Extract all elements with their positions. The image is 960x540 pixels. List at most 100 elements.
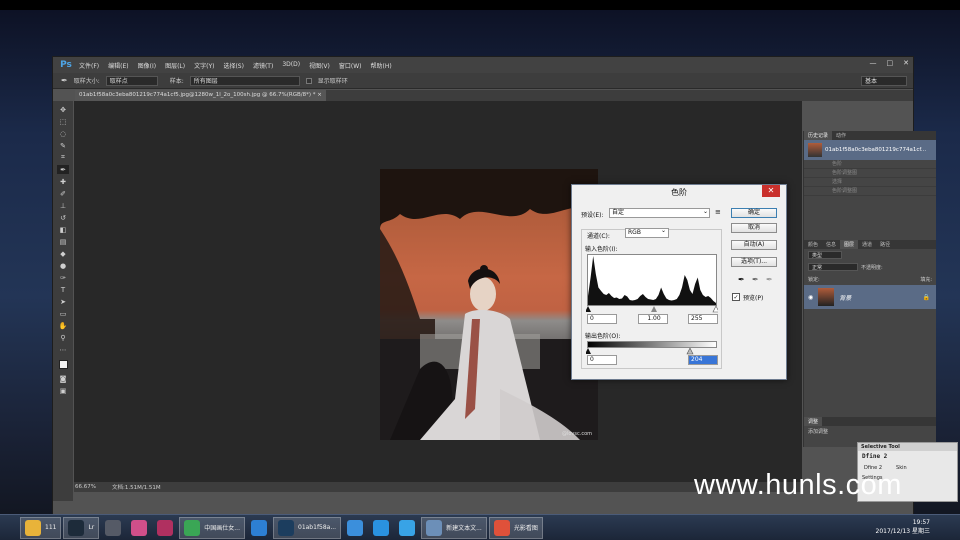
maximize-button[interactable]: □ xyxy=(887,59,894,67)
close-button[interactable]: ✕ xyxy=(903,59,909,67)
history-brush-icon[interactable]: ↺ xyxy=(57,213,69,222)
menu-item[interactable]: 文件(F) xyxy=(79,61,99,70)
pen-tool-icon[interactable]: ✑ xyxy=(57,273,69,282)
document-image[interactable]: @lovsc.com xyxy=(380,169,598,440)
auto-button[interactable]: 自动(A) xyxy=(731,240,777,250)
healing-tool-icon[interactable]: ✚ xyxy=(57,177,69,186)
menu-item[interactable]: 文字(Y) xyxy=(194,61,214,70)
color-swatches-icon[interactable] xyxy=(57,357,69,371)
shape-tool-icon[interactable]: ▭ xyxy=(57,309,69,318)
gray-point-eyedropper-icon[interactable]: ✒ xyxy=(752,275,759,284)
taskbar-item[interactable]: 01ab1f58a... xyxy=(273,516,342,539)
preset-select[interactable]: 自定 xyxy=(609,208,710,218)
input-levels-label: 输入色阶(I): xyxy=(585,246,618,253)
taskbar-item[interactable]: 光影看图 xyxy=(488,516,543,539)
preset-dropdown-icon[interactable]: ⌄ xyxy=(703,208,708,215)
preview-checkbox[interactable]: ✓ xyxy=(732,293,740,301)
quick-select-tool-icon[interactable]: ✎ xyxy=(57,141,69,150)
taskbar-item[interactable] xyxy=(343,517,367,539)
tab-actions[interactable]: 动作 xyxy=(832,131,850,140)
tab-channels[interactable]: 通道 xyxy=(858,240,876,249)
preset-options-icon[interactable]: ≡ xyxy=(715,208,721,216)
dialog-close-button[interactable]: ✕ xyxy=(762,185,780,197)
sample-from-select[interactable]: 所有图层 xyxy=(189,75,300,86)
history-snapshot[interactable]: 01ab1f58a0c3eba801219c774a1cf... xyxy=(804,140,936,160)
stamp-tool-icon[interactable]: ⊥ xyxy=(57,201,69,210)
taskbar-item[interactable] xyxy=(369,517,393,539)
input-black-field[interactable]: 0 xyxy=(587,314,617,324)
menu-item[interactable]: 选择(S) xyxy=(223,61,244,70)
cancel-button[interactable]: 取消 xyxy=(731,223,777,233)
menu-item[interactable]: 窗口(W) xyxy=(339,61,362,70)
black-point-eyedropper-icon[interactable]: ✒ xyxy=(738,275,745,284)
tab-history[interactable]: 历史记录 xyxy=(804,131,833,140)
path-select-icon[interactable]: ➤ xyxy=(57,297,69,306)
workspace-select[interactable]: 基本 xyxy=(861,75,907,86)
taskbar-item[interactable]: 111 xyxy=(20,516,62,539)
tab-layers[interactable]: 图层 xyxy=(840,240,859,249)
history-item[interactable]: 选择 xyxy=(804,178,936,187)
taskbar-item[interactable] xyxy=(247,517,271,539)
channel-dropdown-icon[interactable]: ⌄ xyxy=(661,227,666,234)
menu-item[interactable]: 图像(I) xyxy=(138,61,156,70)
brush-tool-icon[interactable]: ✐ xyxy=(57,189,69,198)
input-white-field[interactable]: 255 xyxy=(688,314,718,324)
quick-mask-icon[interactable]: ◙ xyxy=(57,374,69,383)
taskbar-item[interactable]: Lr xyxy=(63,516,100,539)
menu-item[interactable]: 编辑(E) xyxy=(108,61,128,70)
eyedropper-icon[interactable]: ✒ xyxy=(61,76,68,85)
history-item[interactable]: 色阶 xyxy=(804,160,936,169)
history-item[interactable]: 色阶调整图 xyxy=(804,169,936,178)
layer-row-background[interactable]: ◉ 背景 🔒 xyxy=(804,285,936,309)
input-sliders[interactable] xyxy=(586,305,718,313)
taskbar-item[interactable]: 新建文本文... xyxy=(421,516,487,539)
taskbar-item[interactable] xyxy=(395,517,419,539)
taskbar-item[interactable] xyxy=(101,517,125,539)
zoom-level[interactable]: 66.67% xyxy=(75,484,96,490)
input-gamma-field[interactable]: 1.00 xyxy=(638,314,668,324)
menu-item[interactable]: 帮助(H) xyxy=(371,61,392,70)
menu-item[interactable]: 图层(L) xyxy=(165,61,185,70)
output-white-field[interactable]: 204 xyxy=(688,355,718,365)
eyedropper-tool-icon[interactable]: ✒ xyxy=(57,165,69,174)
tab-adjustments[interactable]: 调整 xyxy=(804,417,823,426)
clock-date[interactable]: 2017/12/13 星期三 xyxy=(876,527,931,536)
options-button[interactable]: 选项(T)... xyxy=(731,257,777,267)
tab-color[interactable]: 颜色 xyxy=(804,240,822,249)
marquee-tool-icon[interactable]: ⬚ xyxy=(57,117,69,126)
screen-mode-icon[interactable]: ▣ xyxy=(57,386,69,395)
selective-tool-item[interactable]: Dfine 2 xyxy=(858,451,957,462)
eraser-tool-icon[interactable]: ◧ xyxy=(57,225,69,234)
more-tools-icon[interactable]: ⋯ xyxy=(57,345,69,354)
zoom-tool-icon[interactable]: ⚲ xyxy=(57,333,69,342)
taskbar-item[interactable] xyxy=(153,517,177,539)
gradient-tool-icon[interactable]: ▤ xyxy=(57,237,69,246)
white-point-eyedropper-icon[interactable]: ✒ xyxy=(766,275,773,284)
menu-item[interactable]: 滤镜(T) xyxy=(253,61,273,70)
ok-button[interactable]: 确定 xyxy=(731,208,777,218)
tab-info[interactable]: 信息 xyxy=(822,240,840,249)
hand-tool-icon[interactable]: ✋ xyxy=(57,321,69,330)
taskbar-item[interactable] xyxy=(127,517,151,539)
sample-size-select[interactable]: 取样点 xyxy=(105,75,158,86)
minimize-button[interactable]: — xyxy=(870,59,877,67)
blur-tool-icon[interactable]: ◆ xyxy=(57,249,69,258)
taskbar-item[interactable]: 中国画仕女... xyxy=(179,516,245,539)
dodge-tool-icon[interactable]: ● xyxy=(57,261,69,270)
type-tool-icon[interactable]: T xyxy=(57,285,69,294)
visibility-eye-icon[interactable]: ◉ xyxy=(808,294,813,301)
show-ring-checkbox[interactable] xyxy=(305,77,312,84)
history-item[interactable]: 色阶调整图 xyxy=(804,187,936,196)
blend-mode-select[interactable]: 正常 xyxy=(808,263,858,271)
crop-tool-icon[interactable]: ⌗ xyxy=(57,153,69,162)
layer-filter-select[interactable]: 类型 xyxy=(808,251,842,259)
output-black-field[interactable]: 0 xyxy=(587,355,617,365)
output-sliders[interactable] xyxy=(586,348,718,355)
menu-item[interactable]: 视图(V) xyxy=(309,61,330,70)
clock-time[interactable]: 19:57 xyxy=(876,518,930,527)
menu-item[interactable]: 3D(D) xyxy=(282,61,300,70)
lasso-tool-icon[interactable]: ◌ xyxy=(57,129,69,138)
document-tab[interactable]: 01ab1f58a0c3eba801219c774a1cf5.jpg@1280w… xyxy=(75,90,326,101)
move-tool-icon[interactable]: ✥ xyxy=(57,105,69,114)
tab-paths[interactable]: 路径 xyxy=(876,240,894,249)
